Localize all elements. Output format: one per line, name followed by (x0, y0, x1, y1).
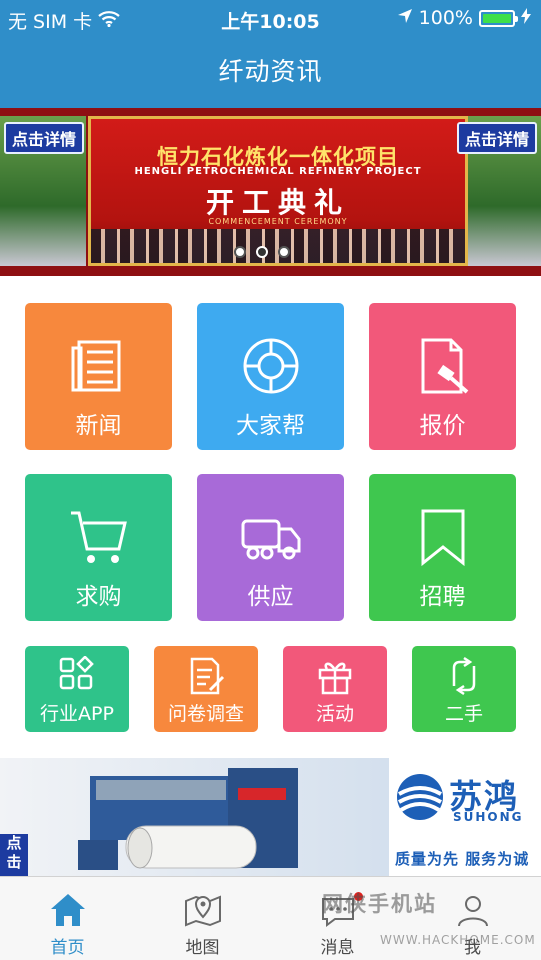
battery-percent: 100% (418, 7, 473, 29)
tab-map[interactable]: 地图 (135, 877, 270, 960)
banner-event: 开工典礼 (205, 186, 350, 219)
page-title: 纤动资讯 (218, 57, 323, 86)
tab-label: 地图 (185, 938, 220, 958)
truck-icon (241, 507, 301, 567)
banner-detail-link-right[interactable]: 点击详情 (456, 122, 537, 154)
tile-supply[interactable]: 供应 (197, 474, 344, 621)
watermark-text: 网侠手机站 (322, 892, 437, 916)
status-bar: 无 SIM 卡 上午10:05 100% (0, 0, 541, 36)
banner-headline-en: HENGLI PETROCHEMICAL REFINERY PROJECT (134, 166, 422, 177)
banner-event-en: COMMENCEMENT CEREMONY (208, 217, 348, 226)
carousel-dot[interactable] (278, 246, 290, 258)
carousel-dot[interactable] (256, 246, 268, 258)
tab-label: 首页 (50, 938, 85, 958)
tile-industry-app[interactable]: 行业APP (25, 646, 129, 732)
shopping-cart-icon (69, 507, 129, 567)
ad-slogan: 质量为先 服务为诚 (395, 850, 530, 868)
battery-fill (483, 13, 511, 23)
tile-label: 行业APP (40, 703, 114, 725)
carousel-dot[interactable] (234, 246, 246, 258)
banner-detail-link-left[interactable]: 点击详情 (4, 122, 85, 154)
lifebuoy-icon (241, 336, 301, 396)
ad-brand-en: SUHONG (453, 810, 524, 824)
map-pin-icon (184, 891, 222, 929)
top-bar: 无 SIM 卡 上午10:05 100% 纤动资讯 (0, 0, 541, 108)
tab-label: 消息 (320, 938, 355, 958)
ad-logo-panel: 苏鸿 SUHONG 质量为先 服务为诚 (389, 758, 541, 876)
tile-jobs[interactable]: 招聘 (369, 474, 516, 621)
quote-document-icon (413, 336, 473, 396)
tile-label: 求购 (75, 584, 122, 610)
tab-home[interactable]: 首页 (0, 877, 135, 960)
tile-label: 供应 (247, 584, 294, 610)
tile-label: 招聘 (419, 584, 466, 610)
exchange-icon (444, 656, 484, 696)
ad-detail-link[interactable]: 点击 (0, 834, 28, 876)
ad-banner[interactable]: 苏鸿 SUHONG 质量为先 服务为诚 点击 (0, 758, 541, 876)
tile-second-hand[interactable]: 二手 (412, 646, 516, 732)
survey-icon (186, 656, 226, 696)
tile-label: 新闻 (75, 413, 122, 439)
tile-news[interactable]: 新闻 (25, 303, 172, 450)
textile-machine-image (78, 768, 298, 870)
tile-survey[interactable]: 问卷调查 (154, 646, 258, 732)
battery-icon (479, 9, 518, 27)
tile-quote[interactable]: 报价 (369, 303, 516, 450)
charging-bolt-icon (521, 7, 531, 29)
tile-activity[interactable]: 活动 (283, 646, 387, 732)
tile-label: 大家帮 (236, 413, 305, 439)
tile-help[interactable]: 大家帮 (197, 303, 344, 450)
tab-bar: 首页 地图 消息 我 (0, 876, 541, 960)
newspaper-icon (69, 336, 129, 396)
tile-label: 活动 (315, 703, 354, 725)
app-grid-icon (57, 655, 97, 696)
tile-label: 二手 (444, 703, 483, 725)
gift-icon (315, 656, 355, 696)
carousel-page-dots[interactable] (234, 246, 290, 258)
status-right: 100% (397, 7, 531, 29)
banner-carousel[interactable]: 恒力石化炼化一体化项目 HENGLI PETROCHEMICAL REFINER… (0, 108, 541, 276)
location-arrow-icon (397, 7, 413, 29)
suhong-logo-icon (397, 774, 443, 820)
bookmark-icon (413, 507, 473, 567)
person-icon (454, 891, 492, 929)
banner-stage: 恒力石化炼化一体化项目 HENGLI PETROCHEMICAL REFINER… (88, 116, 468, 266)
tile-buy[interactable]: 求购 (25, 474, 172, 621)
tile-label: 报价 (419, 413, 466, 439)
tile-label: 问卷调查 (167, 703, 244, 725)
watermark-url: WWW.HACKHOME.COM (380, 933, 536, 947)
home-icon (49, 891, 87, 929)
